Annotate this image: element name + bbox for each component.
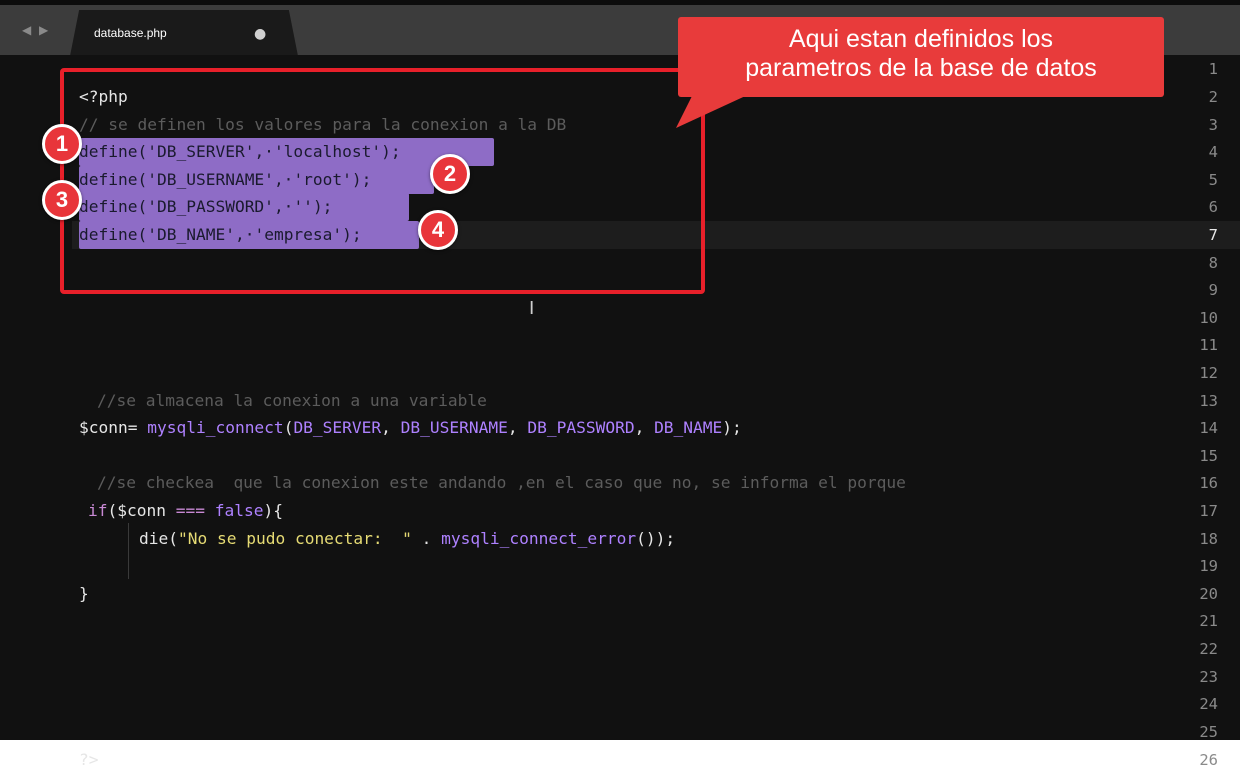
callout-pointer xyxy=(676,80,780,128)
line-number: 26 xyxy=(1199,751,1218,769)
callout-text: Aqui estan definidos los parametros de l… xyxy=(678,17,1164,97)
text-cursor-icon: I xyxy=(529,298,535,319)
callout-line-1: Aqui estan definidos los xyxy=(788,25,1054,53)
badge-2: 2 xyxy=(430,154,470,194)
callout-line-2: parametros de la base de datos xyxy=(745,54,1097,82)
badge-3: 3 xyxy=(42,180,82,220)
badge-4: 4 xyxy=(418,210,458,250)
badge-1: 1 xyxy=(42,124,82,164)
code-line-26: ?> xyxy=(79,750,99,769)
